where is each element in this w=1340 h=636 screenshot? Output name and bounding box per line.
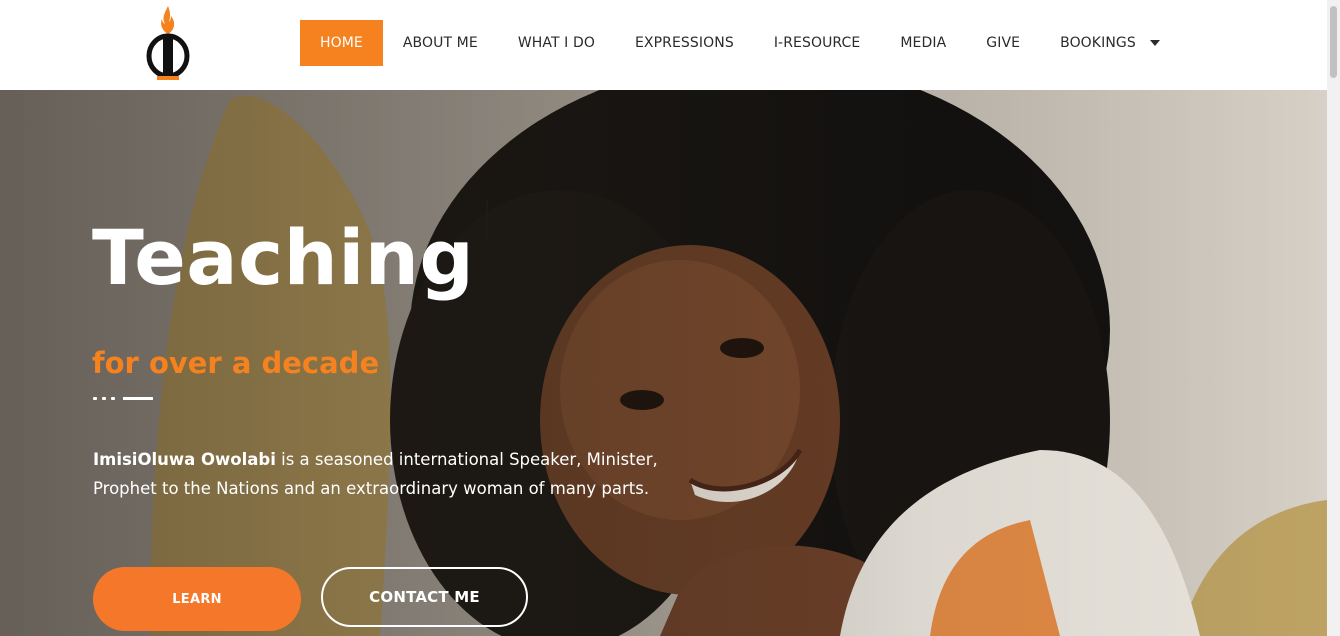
slide-dot[interactable] (93, 397, 97, 400)
text-cursor (486, 200, 488, 240)
main-nav: HOME ABOUT ME WHAT I DO EXPRESSIONS I-RE… (300, 20, 1180, 66)
slide-dot[interactable] (111, 397, 115, 400)
page-scrollbar[interactable] (1327, 0, 1340, 636)
flame-logo-icon[interactable] (140, 4, 196, 82)
chevron-down-icon (1149, 40, 1160, 46)
contact-me-button-label: CONTACT ME (369, 588, 480, 606)
slide-dot[interactable] (102, 397, 106, 400)
nav-about-me[interactable]: ABOUT ME (383, 20, 498, 66)
hero-title: Teaching (92, 213, 475, 302)
site-header: HOME ABOUT ME WHAT I DO EXPRESSIONS I-RE… (0, 0, 1327, 90)
hero-section: Teaching for over a decade ImisiOluwa Ow… (0, 90, 1327, 636)
hero-description: ImisiOluwa Owolabi is a seasoned interna… (93, 445, 703, 503)
learn-button[interactable]: LEARN (93, 567, 301, 631)
hero-subtitle: for over a decade (92, 346, 380, 380)
nav-bookings[interactable]: BOOKINGS (1040, 20, 1180, 66)
learn-button-label: LEARN (172, 591, 222, 607)
hero-description-name: ImisiOluwa Owolabi (93, 450, 276, 469)
slide-dot-active[interactable] (123, 397, 153, 400)
slide-indicator (93, 397, 153, 400)
nav-i-resource[interactable]: I-RESOURCE (754, 20, 881, 66)
contact-me-button[interactable]: CONTACT ME (321, 567, 528, 627)
nav-what-i-do[interactable]: WHAT I DO (498, 20, 615, 66)
scrollbar-thumb[interactable] (1330, 6, 1337, 78)
nav-home[interactable]: HOME (300, 20, 383, 66)
nav-expressions[interactable]: EXPRESSIONS (615, 20, 754, 66)
nav-give[interactable]: GIVE (966, 20, 1040, 66)
nav-bookings-label: BOOKINGS (1060, 35, 1136, 51)
nav-media[interactable]: MEDIA (880, 20, 966, 66)
